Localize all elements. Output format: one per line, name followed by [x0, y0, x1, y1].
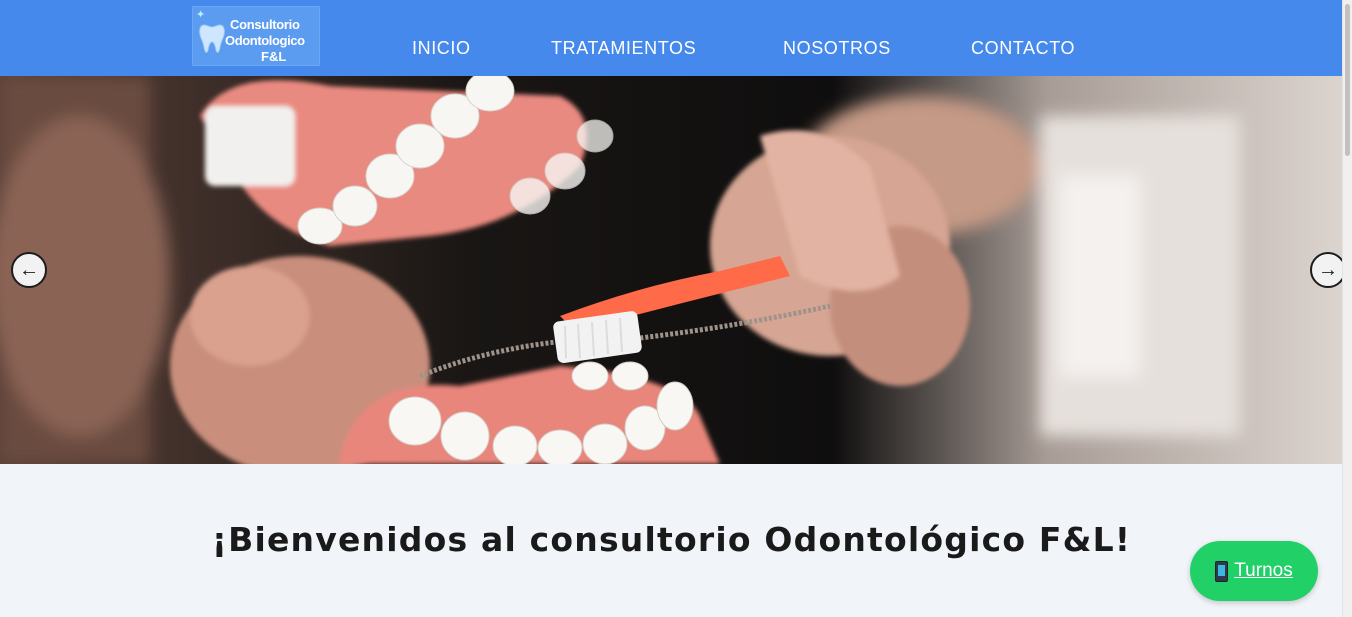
turnos-label: Turnos: [1234, 560, 1293, 581]
page-scrollbar[interactable]: [1342, 0, 1352, 617]
welcome-heading: ¡Bienvenidos al consultorio Odontológico…: [211, 520, 1132, 559]
arrow-left-icon: ←: [19, 259, 39, 281]
nav-nosotros[interactable]: NOSOTROS: [783, 38, 891, 59]
carousel-next-button[interactable]: →: [1310, 252, 1343, 288]
turnos-button[interactable]: Turnos: [1190, 541, 1318, 601]
hero-carousel: ← →: [0, 76, 1343, 464]
phone-icon: [1215, 560, 1229, 582]
carousel-prev-button[interactable]: ←: [11, 252, 47, 288]
nav-contacto[interactable]: CONTACTO: [971, 38, 1075, 59]
main-nav: INICIO TRATAMIENTOS NOSOTROS CONTACTO: [0, 0, 1343, 76]
nav-tratamientos[interactable]: TRATAMIENTOS: [551, 38, 696, 59]
nav-inicio[interactable]: INICIO: [412, 38, 471, 59]
site-header: ✦ Consultorio Odontologico F&L INICIO TR…: [0, 0, 1343, 76]
arrow-right-icon: →: [1318, 259, 1338, 281]
scrollbar-thumb[interactable]: [1345, 4, 1350, 156]
hero-image: [0, 76, 1343, 464]
